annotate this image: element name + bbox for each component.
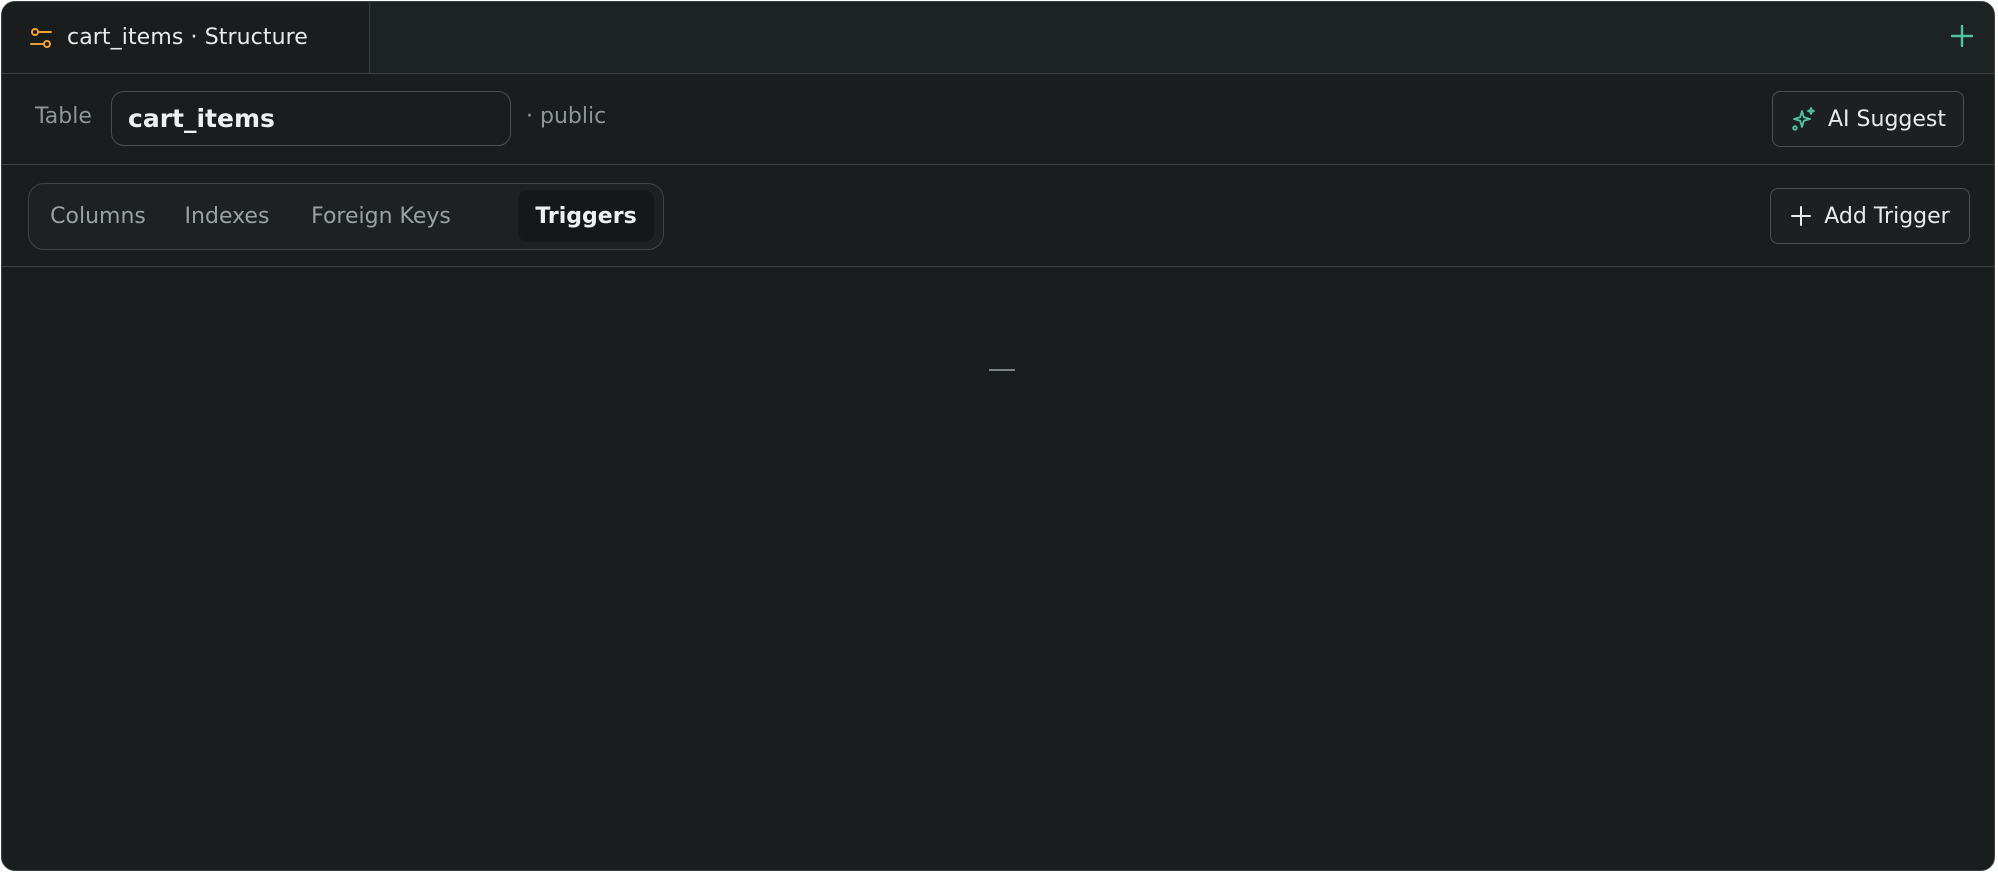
settings-sliders-icon	[29, 26, 53, 50]
tab-cart-items-structure[interactable]: cart_items · Structure	[2, 2, 370, 73]
tab-label: Foreign Keys	[311, 203, 451, 229]
tab-label: Columns	[50, 203, 146, 229]
tab-title: cart_items · Structure	[67, 25, 308, 50]
new-tab-button[interactable]	[1946, 22, 1978, 54]
structure-window: cart_items · Structure Table · public	[1, 1, 1995, 871]
sparkles-icon	[1790, 105, 1818, 133]
plus-icon	[1790, 205, 1812, 227]
ai-suggest-button[interactable]: AI Suggest	[1772, 91, 1964, 147]
structure-tabs-bar: Columns Indexes Foreign Keys Triggers Ad…	[2, 165, 1994, 267]
table-name-bar: Table · public AI Suggest	[2, 74, 1994, 165]
ai-suggest-label: AI Suggest	[1828, 106, 1946, 132]
tab-label: Indexes	[184, 203, 270, 229]
schema-label: · public	[526, 104, 607, 129]
table-label: Table	[35, 104, 92, 129]
tab-strip: cart_items · Structure	[2, 2, 1994, 74]
plus-icon	[1949, 23, 1975, 53]
tab-triggers[interactable]: Triggers	[518, 190, 654, 242]
tab-indexes[interactable]: Indexes	[169, 190, 285, 242]
empty-state-dash: —	[989, 369, 1015, 371]
tab-columns[interactable]: Columns	[43, 190, 153, 242]
triggers-content	[2, 267, 1994, 870]
tab-foreign-keys[interactable]: Foreign Keys	[299, 190, 463, 242]
table-name-input[interactable]	[111, 91, 511, 146]
add-trigger-label: Add Trigger	[1824, 203, 1950, 229]
structure-tabs: Columns Indexes Foreign Keys Triggers	[28, 183, 664, 250]
tab-label: Triggers	[535, 203, 637, 229]
add-trigger-button[interactable]: Add Trigger	[1770, 188, 1970, 244]
